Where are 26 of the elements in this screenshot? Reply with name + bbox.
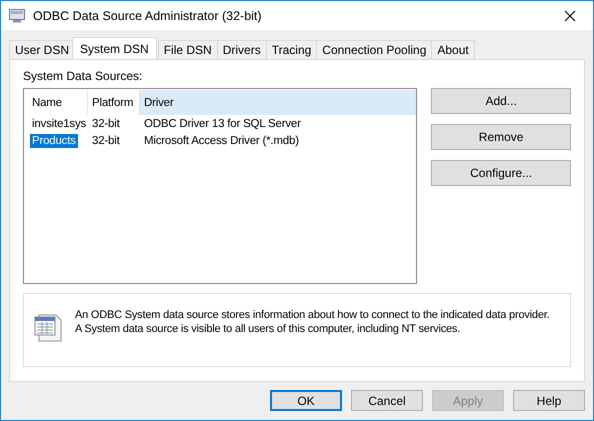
- table-cell-text: 32-bit: [91, 134, 121, 148]
- tab[interactable]: Connection Pooling: [316, 40, 432, 59]
- dialog-button[interactable]: Help: [513, 390, 585, 411]
- data-sheet-icon: [33, 312, 63, 342]
- data-source-item[interactable]: Products: [30, 134, 78, 148]
- table-cell-text: 32-bit: [91, 116, 121, 130]
- side-button[interactable]: Remove: [431, 124, 571, 150]
- info-text: An ODBC System data source stores information about how to connect to the indicated data provider.: [75, 308, 550, 322]
- tab[interactable]: System DSN: [72, 37, 157, 59]
- table-cell-text: ODBC Driver 13 for SQL Server: [143, 116, 302, 130]
- side-button[interactable]: Configure...: [431, 160, 571, 186]
- side-button[interactable]: Add...: [431, 88, 571, 114]
- info-text: A System data source is visible to all users of this computer, including NT services.: [75, 322, 462, 336]
- column-header[interactable]: Driver: [140, 90, 416, 115]
- tab[interactable]: Tracing: [266, 40, 318, 59]
- list-label: System Data Sources:: [23, 69, 144, 83]
- table-cell-text: Microsoft Access Driver (*.mdb): [143, 134, 300, 148]
- data-source-item[interactable]: invsite1sys: [30, 116, 88, 130]
- app-icon: [9, 8, 25, 22]
- data-source-list[interactable]: Name Platform Driver invsite1sys 32-bit ODBC Driver 13 for SQL Server Products 32-bit Microsoft Access Driver (*.mdb): [23, 88, 418, 284]
- tab[interactable]: File DSN: [158, 40, 218, 59]
- window-title: ODBC Data Source Administrator (32-bit): [33, 8, 263, 22]
- dialog-button[interactable]: OK: [270, 390, 342, 411]
- column-header[interactable]: Name: [28, 90, 88, 115]
- tab[interactable]: About: [431, 40, 475, 59]
- dialog-button[interactable]: Cancel: [351, 390, 423, 411]
